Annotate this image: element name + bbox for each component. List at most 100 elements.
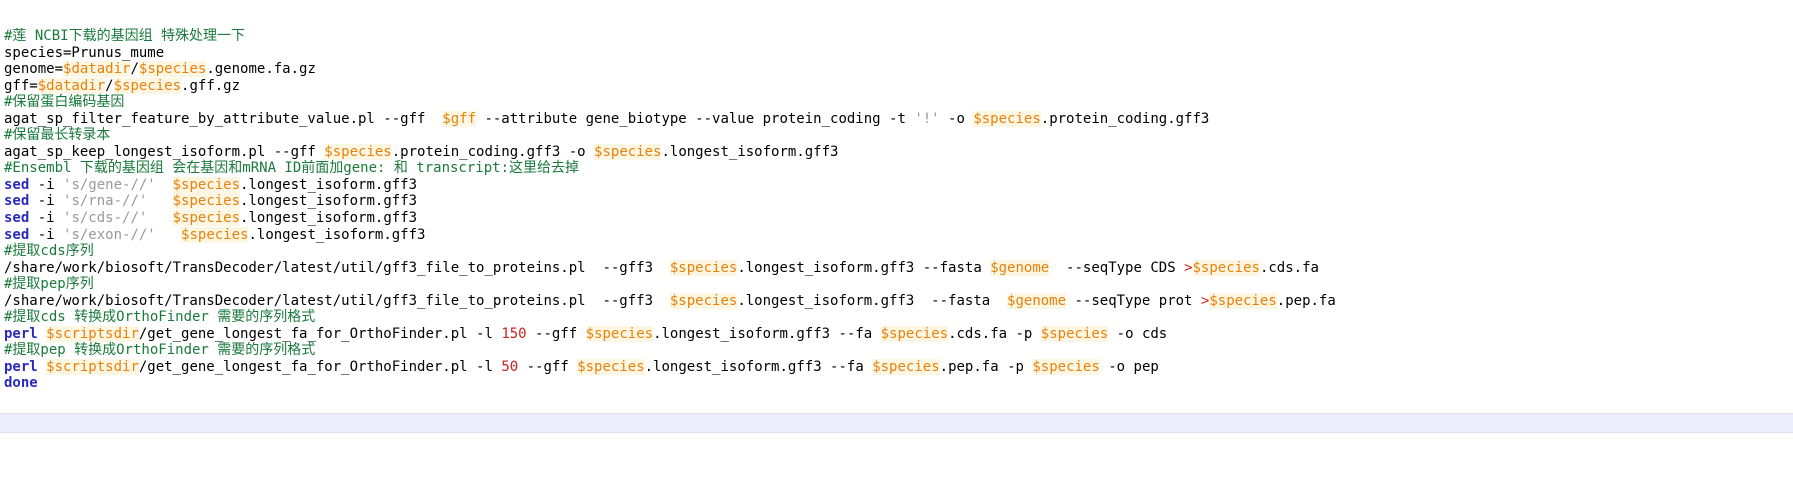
comment-text: #提取cds 转换成OrthoFinder 需要的序列格式 bbox=[4, 309, 316, 326]
variable-token: $species bbox=[669, 259, 738, 276]
code-line[interactable]: #提取pep序列 bbox=[0, 276, 1793, 293]
variable-token: $species bbox=[880, 325, 949, 342]
code-text: .longest_isoform.gff3 bbox=[661, 143, 839, 160]
code-text: -i bbox=[29, 210, 64, 227]
variable-token: $species bbox=[113, 77, 182, 94]
keyword-token: sed bbox=[4, 226, 30, 243]
code-text: -o bbox=[939, 110, 974, 127]
code-line[interactable]: agat_sp_filter_feature_by_attribute_valu… bbox=[0, 110, 1793, 128]
comment-text: #提取pep序列 bbox=[4, 276, 94, 293]
code-text: --gff bbox=[518, 358, 578, 375]
code-text: .genome.fa.gz bbox=[206, 61, 316, 78]
string-token: 's/gene-//' bbox=[63, 176, 156, 193]
code-text: / bbox=[105, 77, 114, 94]
variable-token: $gff bbox=[442, 110, 477, 127]
code-line[interactable]: #提取pep 转换成OrthoFinder 需要的序列格式 bbox=[0, 342, 1793, 359]
variable-token: $species bbox=[669, 292, 738, 309]
variable-token: $species bbox=[172, 210, 241, 227]
code-text: /share/work/biosoft/TransDecoder/latest/… bbox=[4, 259, 670, 276]
code-text: -i bbox=[29, 226, 64, 243]
comment-text: #提取cds序列 bbox=[4, 243, 94, 260]
variable-token: $species bbox=[324, 143, 392, 160]
keyword-token: perl bbox=[4, 358, 38, 375]
code-line[interactable]: #莲 NCBI下载的基因组 特殊处理一下 bbox=[0, 28, 1793, 45]
variable-token: $species bbox=[172, 176, 241, 193]
code-line[interactable]: sed -i 's/cds-//' $species.longest_isofo… bbox=[0, 210, 1793, 227]
redirect-token: > bbox=[1184, 259, 1193, 276]
code-text: .longest_isoform.gff3 bbox=[248, 226, 426, 243]
code-text: / bbox=[130, 61, 139, 78]
code-line[interactable]: perl $scriptsdir/get_gene_longest_fa_for… bbox=[0, 325, 1793, 343]
variable-token: $genome bbox=[1007, 292, 1067, 309]
code-text: agat_sp_filter_feature_by_attribute_valu… bbox=[4, 110, 443, 127]
variable-token: $genome bbox=[990, 259, 1050, 276]
code-line[interactable]: /share/work/biosoft/TransDecoder/latest/… bbox=[0, 259, 1793, 277]
string-token: 's/exon-//' bbox=[63, 226, 156, 243]
code-text: /share/work/biosoft/TransDecoder/latest/… bbox=[4, 292, 670, 309]
code-line[interactable]: genome=$datadir/$species.genome.fa.gz bbox=[0, 61, 1793, 78]
variable-token: $species bbox=[172, 193, 241, 210]
variable-token: $species bbox=[1209, 292, 1277, 309]
code-text: .gff.gz bbox=[181, 77, 241, 94]
code-line[interactable]: #保留蛋白编码基因 bbox=[0, 94, 1793, 111]
code-line[interactable]: gff=$datadir/$species.gff.gz bbox=[0, 77, 1793, 95]
code-lines-container[interactable]: #莲 NCBI下载的基因组 特殊处理一下 species=Prunus_mume… bbox=[0, 28, 1793, 392]
code-line[interactable]: done bbox=[0, 375, 1793, 392]
comment-text: #莲 NCBI下载的基因组 特殊处理一下 bbox=[4, 28, 246, 44]
comment-text: #保留蛋白编码基因 bbox=[4, 94, 125, 111]
code-line[interactable]: #提取cds 转换成OrthoFinder 需要的序列格式 bbox=[0, 309, 1793, 326]
comment-text: #保留最长转录本 bbox=[4, 127, 111, 144]
variable-token: $species bbox=[1032, 358, 1100, 375]
comment-text: #Ensembl 下载的基因组 会在基因和mRNA ID前面加gene: 和 t… bbox=[4, 160, 580, 177]
code-text: -i bbox=[29, 176, 64, 193]
code-line[interactable]: /share/work/biosoft/TransDecoder/latest/… bbox=[0, 292, 1793, 310]
variable-token: $species bbox=[594, 143, 662, 160]
variable-token: $scriptsdir bbox=[46, 325, 139, 342]
variable-token: $species bbox=[181, 226, 249, 243]
variable-token: $species bbox=[1040, 325, 1109, 342]
code-text: .longest_isoform.gff3 bbox=[240, 176, 418, 193]
number-token: 150 bbox=[501, 325, 527, 342]
code-text: .pep.fa bbox=[1276, 292, 1336, 309]
current-line-highlight bbox=[0, 413, 1793, 433]
string-token: 's/rna-//' bbox=[63, 193, 148, 210]
code-text: .longest_isoform.gff3 --fasta bbox=[737, 292, 1008, 309]
code-text: species=Prunus_mume bbox=[4, 44, 165, 61]
code-text: .cds.fa bbox=[1259, 259, 1319, 276]
code-text: .cds.fa -p bbox=[948, 325, 1041, 342]
variable-token: $species bbox=[577, 358, 645, 375]
code-text: -i bbox=[29, 193, 64, 210]
code-line[interactable]: species=Prunus_mume bbox=[0, 45, 1793, 62]
variable-token: $species bbox=[872, 358, 940, 375]
keyword-token: sed bbox=[4, 210, 30, 227]
variable-token: $species bbox=[1192, 259, 1260, 276]
keyword-token: perl bbox=[4, 325, 38, 342]
code-text: .longest_isoform.gff3 --fasta bbox=[737, 259, 991, 276]
variable-token: $datadir bbox=[37, 77, 106, 94]
code-line[interactable]: #保留最长转录本 bbox=[0, 127, 1793, 144]
code-text: -o cds bbox=[1108, 325, 1168, 342]
code-text: agat_sp_keep_longest_isoform.pl --gff bbox=[4, 143, 325, 160]
code-line[interactable]: agat_sp_keep_longest_isoform.pl --gff $s… bbox=[0, 143, 1793, 161]
string-token: '!' bbox=[914, 110, 940, 127]
code-text: .pep.fa -p bbox=[939, 358, 1033, 375]
code-line[interactable]: #Ensembl 下载的基因组 会在基因和mRNA ID前面加gene: 和 t… bbox=[0, 160, 1793, 177]
code-text: /get_gene_longest_fa_for_OrthoFinder.pl … bbox=[138, 358, 502, 375]
code-line[interactable]: sed -i 's/gene-//' $species.longest_isof… bbox=[0, 176, 1793, 194]
code-text: --seqType CDS bbox=[1049, 259, 1185, 276]
code-line[interactable]: sed -i 's/rna-//' $species.longest_isofo… bbox=[0, 193, 1793, 210]
number-token: 50 bbox=[501, 358, 519, 375]
code-editor-canvas[interactable]: #莲 NCBI下载的基因组 特殊处理一下 species=Prunus_mume… bbox=[0, 0, 1793, 503]
code-line[interactable]: sed -i 's/exon-//' $species.longest_isof… bbox=[0, 226, 1793, 244]
keyword-token: sed bbox=[4, 193, 30, 210]
comment-text: #提取pep 转换成OrthoFinder 需要的序列格式 bbox=[4, 342, 316, 359]
code-text: .protein_coding.gff3 bbox=[1040, 110, 1210, 127]
code-line[interactable]: #提取cds序列 bbox=[0, 243, 1793, 260]
code-line[interactable]: perl $scriptsdir/get_gene_longest_fa_for… bbox=[0, 358, 1793, 376]
